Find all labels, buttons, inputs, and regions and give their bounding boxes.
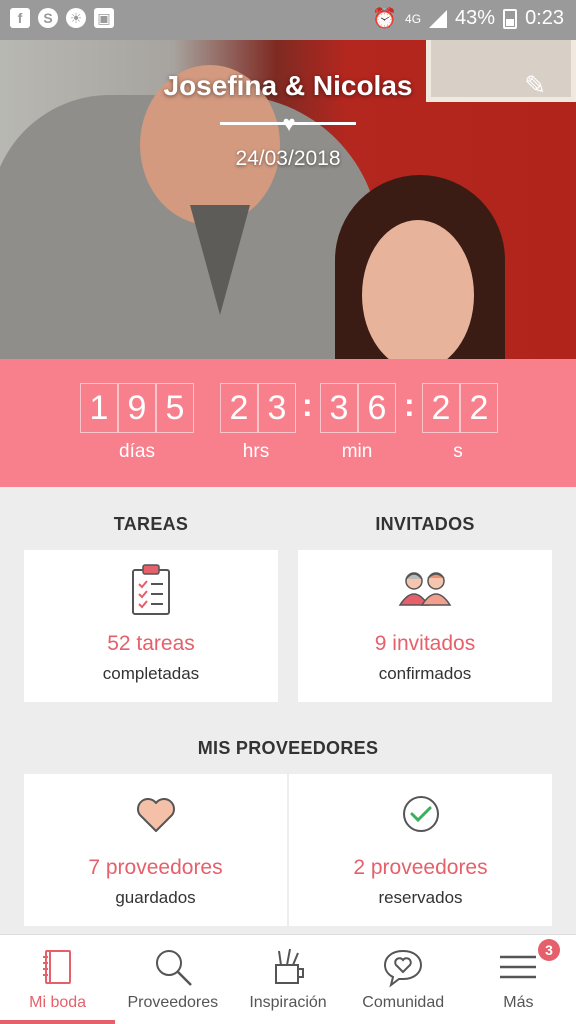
battery-icon <box>503 8 518 29</box>
tasks-status: completadas <box>102 664 200 683</box>
booked-vendors-card[interactable]: 2 proveedores reservados <box>289 774 552 926</box>
wedding-date: 24/03/2018 <box>235 147 341 170</box>
countdown-digit: 2 <box>460 383 498 433</box>
edit-icon[interactable]: ✎ <box>524 70 546 101</box>
countdown-digit: 3 <box>320 383 358 433</box>
heart-icon: ♥ <box>282 111 296 136</box>
countdown-label-seconds: s <box>453 441 463 462</box>
wedding-countdown: 1 9 5 2 3 : 3 6 : 2 2 días hrs min s <box>0 359 576 487</box>
nav-label: Más <box>503 994 534 1011</box>
notification-icons: f S ☀ ▣ <box>10 8 114 28</box>
facebook-icon: f <box>10 8 30 28</box>
notebook-icon <box>42 950 71 984</box>
countdown-digit: 2 <box>422 383 460 433</box>
nav-label: Proveedores <box>127 994 219 1011</box>
countdown-digit: 1 <box>80 383 118 433</box>
countdown-digit: 6 <box>358 383 396 433</box>
clipboard-icon <box>132 564 170 615</box>
countdown-hours: 2 3 <box>220 383 296 433</box>
image-icon: ▣ <box>94 8 114 28</box>
countdown-digit: 2 <box>220 383 258 433</box>
photo-person-left <box>0 65 380 359</box>
bottom-navigation: Mi boda Proveedores Inspiración Comunida… <box>0 934 576 1024</box>
active-tab-indicator <box>0 1020 115 1024</box>
sun-app-icon: ☀ <box>66 8 86 28</box>
countdown-digit: 3 <box>258 383 296 433</box>
countdown-separator: : <box>302 387 313 423</box>
guests-section-title: INVITADOS <box>375 514 475 534</box>
guests-card[interactable]: 9 invitados confirmados <box>298 550 552 702</box>
tasks-count: 52 tareas <box>107 632 195 655</box>
booked-vendors-count: 2 proveedores <box>353 856 488 879</box>
tasks-card[interactable]: 52 tareas completadas <box>24 550 278 702</box>
battery-percent: 43% <box>455 7 496 29</box>
guests-count: 9 invitados <box>374 632 476 655</box>
system-icons: ⏰ 4G 43% 0:23 <box>372 6 564 31</box>
saved-vendors-count: 7 proveedores <box>88 856 223 879</box>
countdown-label-hours: hrs <box>242 441 270 462</box>
countdown-seconds: 2 2 <box>422 383 498 433</box>
countdown-label-days: días <box>119 441 155 462</box>
countdown-minutes: 3 6 <box>320 383 396 433</box>
pencil-cup-icon <box>275 948 304 984</box>
countdown-digit: 5 <box>156 383 194 433</box>
status-bar: f S ☀ ▣ ⏰ 4G 43% 0:23 <box>0 0 576 40</box>
nav-item-comunidad[interactable]: Comunidad <box>346 935 461 1024</box>
nav-label: Mi boda <box>29 994 87 1011</box>
chat-heart-icon <box>384 949 423 988</box>
signal-icon <box>429 9 448 28</box>
vendors-section-title: MIS PROVEEDORES <box>197 738 379 758</box>
alarm-icon: ⏰ <box>372 8 398 30</box>
nav-item-mi-boda[interactable]: Mi boda <box>0 935 115 1024</box>
menu-icon <box>500 955 537 979</box>
countdown-digit: 9 <box>118 383 156 433</box>
s-app-icon: S <box>38 8 58 28</box>
saved-vendors-card[interactable]: 7 proveedores guardados <box>24 774 287 926</box>
search-icon <box>155 950 192 986</box>
nav-item-proveedores[interactable]: Proveedores <box>115 935 230 1024</box>
nav-item-mas[interactable]: 3 Más <box>461 935 576 1024</box>
guests-status: confirmados <box>378 664 472 683</box>
nav-item-inspiracion[interactable]: Inspiración <box>230 935 345 1024</box>
notification-badge: 3 <box>538 939 561 961</box>
booked-vendors-status: reservados <box>378 888 463 907</box>
guests-icon <box>398 572 452 606</box>
couple-photo-header[interactable]: Josefina & Nicolas ♥ 24/03/2018 ✎ <box>0 40 576 359</box>
nav-label: Comunidad <box>362 994 445 1011</box>
nav-label: Inspiración <box>249 994 327 1011</box>
tasks-section-title: TAREAS <box>113 514 189 534</box>
clock: 0:23 <box>525 7 564 29</box>
check-circle-icon <box>402 796 439 832</box>
countdown-days: 1 9 5 <box>80 383 194 433</box>
countdown-label-minutes: min <box>341 441 373 462</box>
heart-icon <box>136 798 175 832</box>
couple-names: Josefina & Nicolas <box>163 70 413 101</box>
countdown-separator: : <box>404 387 415 423</box>
saved-vendors-status: guardados <box>115 888 196 907</box>
network-type: 4G <box>405 11 422 26</box>
